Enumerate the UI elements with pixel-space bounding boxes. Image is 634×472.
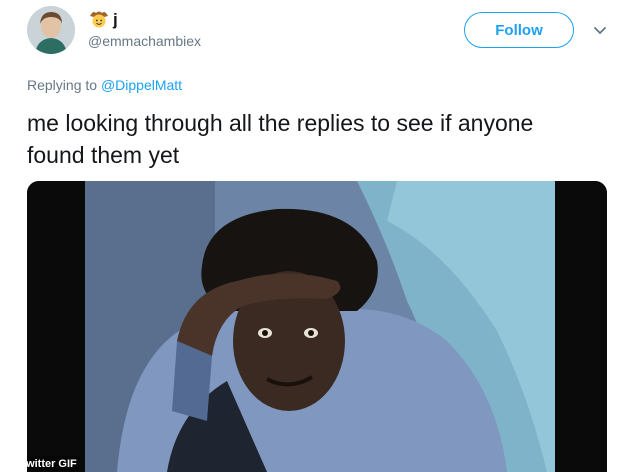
- gif-frame: [27, 181, 607, 472]
- tweet-text: me looking through all the replies to se…: [27, 110, 534, 168]
- follow-button[interactable]: Follow: [464, 12, 574, 48]
- gif-badge: © Twitter GIF: [27, 456, 80, 471]
- avatar[interactable]: [27, 6, 75, 54]
- avatar-photo: [27, 6, 75, 54]
- cowboy-face-icon: [88, 7, 110, 34]
- gif-label: GIF: [58, 457, 77, 470]
- chevron-down-icon[interactable]: [591, 22, 609, 40]
- twitter-watermark: © Twitter: [27, 457, 56, 470]
- tweet-header: j @emmachambiex Follow: [0, 0, 634, 64]
- user-handle[interactable]: @emmachambiex: [88, 33, 201, 49]
- display-name[interactable]: j: [113, 10, 118, 30]
- gif-media[interactable]: © Twitter GIF: [27, 181, 607, 472]
- mention-link[interactable]: @DippelMatt: [101, 77, 182, 93]
- replying-to-label: Replying to: [27, 77, 98, 93]
- replying-to: Replying to @DippelMatt: [27, 77, 182, 93]
- name-row: j: [88, 7, 118, 33]
